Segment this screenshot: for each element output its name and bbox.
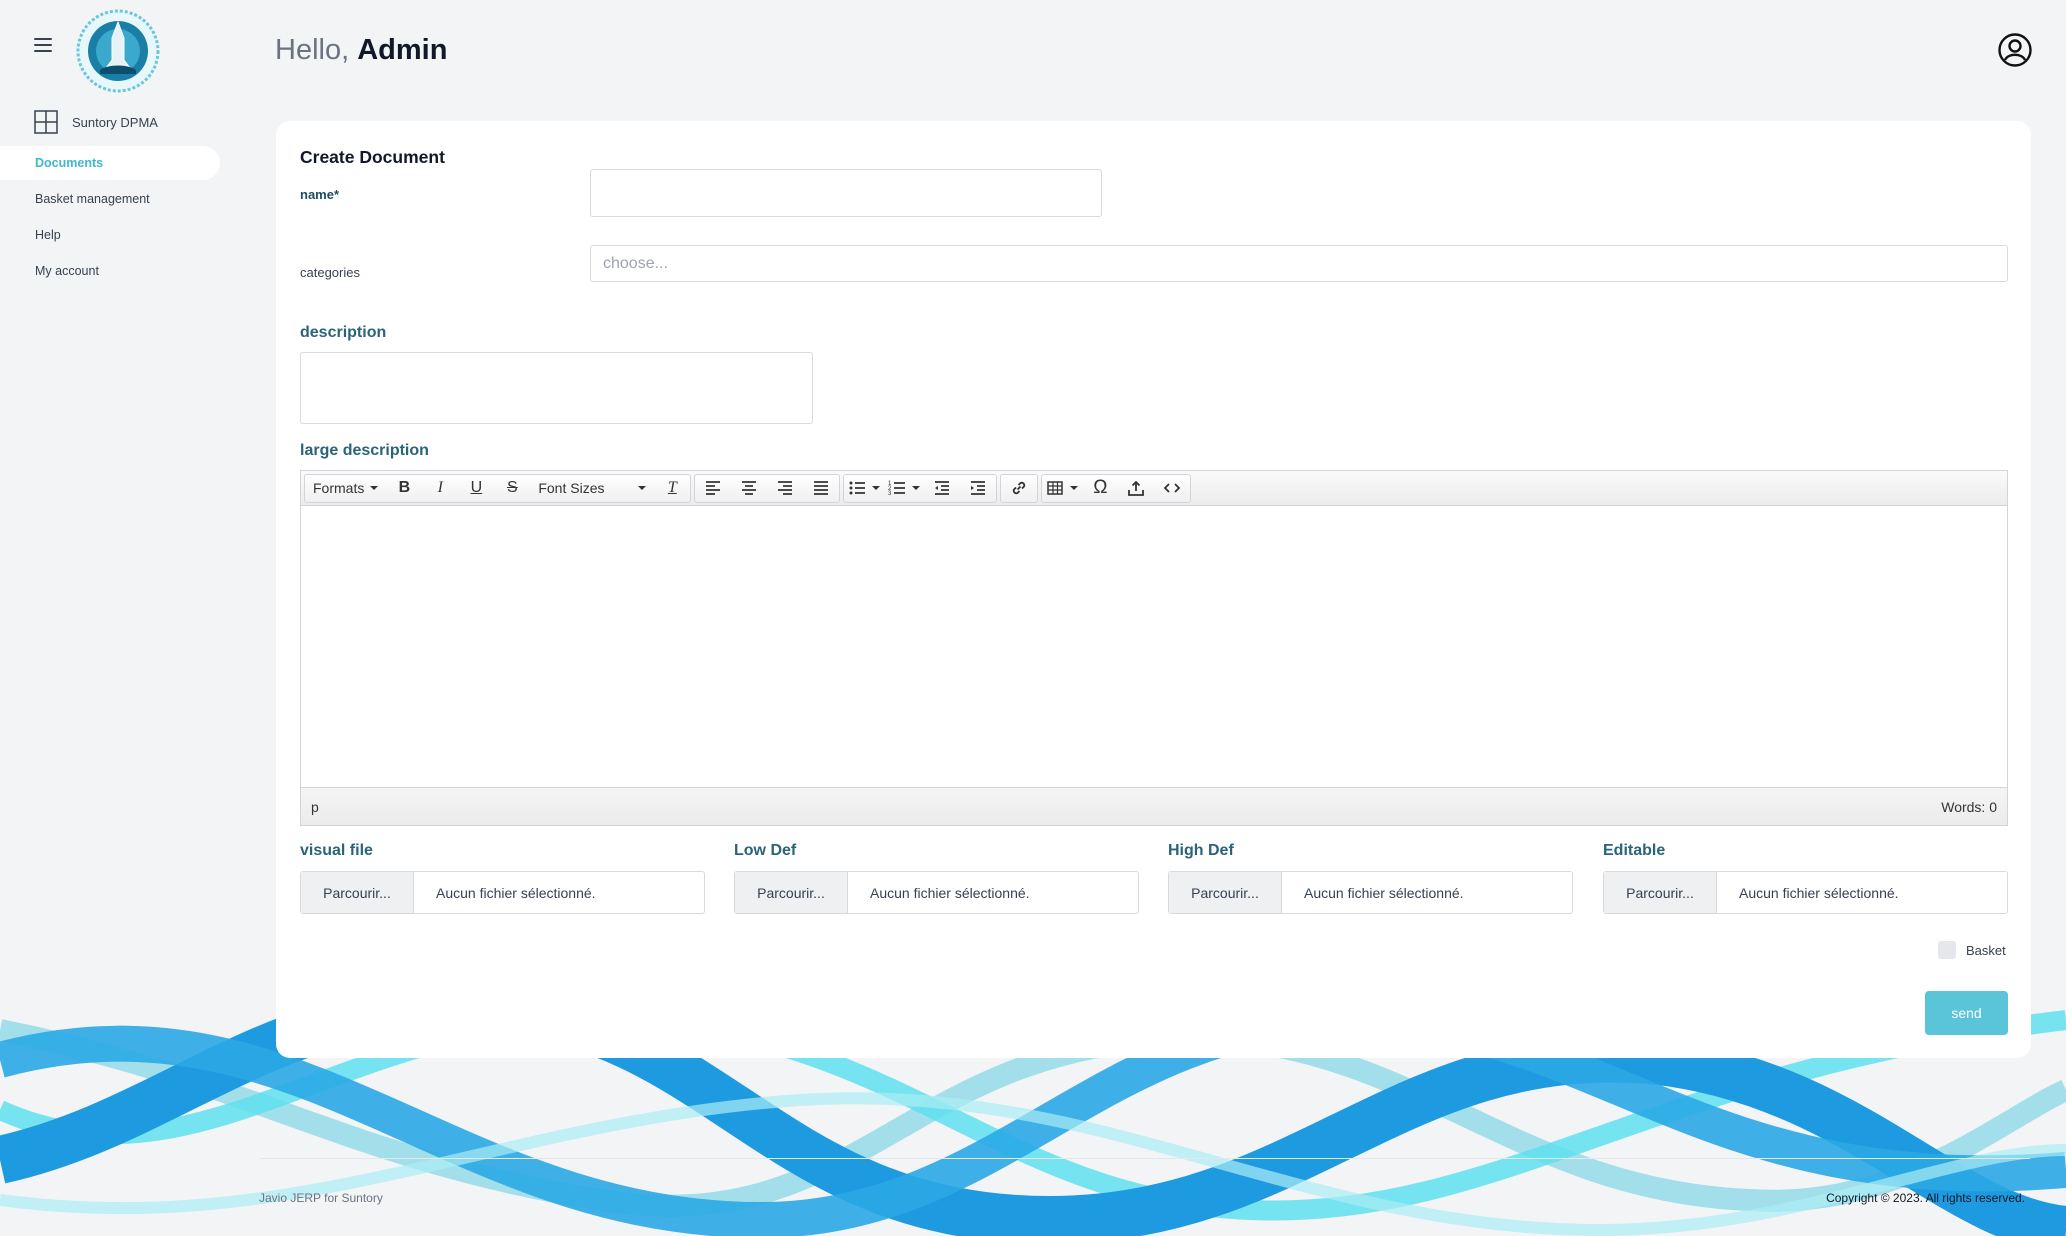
bullet-list-icon[interactable]	[844, 475, 884, 502]
categories-select[interactable]: choose...	[590, 245, 2008, 282]
low-def-label: Low Def	[734, 842, 797, 859]
align-right-icon[interactable]	[767, 475, 803, 502]
bold-icon[interactable]: B	[386, 475, 422, 502]
editable-label: Editable	[1603, 842, 1666, 859]
sidebar-item-documents[interactable]: Documents	[0, 146, 220, 180]
basket-checkbox[interactable]	[1938, 941, 1956, 959]
italic-icon[interactable]: I	[422, 475, 458, 502]
toolbar-group-lists: 123	[843, 473, 998, 503]
sidebar-item-my-account[interactable]: My account	[0, 254, 220, 288]
table-icon[interactable]	[1042, 475, 1082, 502]
high-def-file-input[interactable]: Parcourir... Aucun fichier sélectionné.	[1168, 871, 1573, 914]
grid-icon	[34, 110, 58, 134]
font-sizes-label: Font Sizes	[538, 480, 605, 496]
editable-file-status: Aucun fichier sélectionné.	[1739, 884, 1899, 901]
editor-statusbar: p Words: 0	[301, 787, 2007, 825]
visual-file-input[interactable]: Parcourir... Aucun fichier sélectionné.	[300, 871, 705, 914]
low-def-browse-button[interactable]: Parcourir...	[735, 872, 848, 913]
upload-icon[interactable]	[1118, 475, 1154, 502]
editable-browse-button[interactable]: Parcourir...	[1604, 872, 1717, 913]
source-code-icon[interactable]	[1154, 475, 1190, 502]
element-path[interactable]: p	[311, 799, 319, 815]
indent-icon[interactable]	[960, 475, 996, 502]
toolbar-group-link	[1000, 473, 1039, 503]
user-circle-icon[interactable]	[1997, 32, 2033, 68]
numbered-list-icon[interactable]: 123	[884, 475, 924, 502]
strikethrough-icon[interactable]: S	[494, 475, 530, 502]
link-icon[interactable]	[1001, 475, 1037, 502]
high-def-browse-button[interactable]: Parcourir...	[1169, 872, 1282, 913]
visual-file-label: visual file	[300, 842, 373, 859]
chevron-down-icon	[1070, 486, 1079, 490]
toolbar-group-text: Formats B I U S Font Sizes T	[304, 473, 692, 503]
footer-divider	[260, 1158, 2030, 1159]
align-left-icon[interactable]	[695, 475, 731, 502]
underline-icon[interactable]: U	[458, 475, 494, 502]
high-def-file-status: Aucun fichier sélectionné.	[1304, 884, 1464, 901]
special-character-icon[interactable]: Ω	[1082, 475, 1118, 502]
editor-toolbar: Formats B I U S Font Sizes T 1 2 3 Ω	[301, 471, 2007, 506]
toolbar-group-insert: Ω	[1041, 473, 1192, 503]
basket-checkbox-row[interactable]: Basket	[1938, 941, 2006, 959]
low-def-file-status: Aucun fichier sélectionné.	[870, 884, 1030, 901]
footer-copyright: Copyright © 2023. All rights reserved.	[1826, 1191, 2025, 1205]
footer-credit: Javio JERP for Suntory	[259, 1191, 383, 1205]
brand[interactable]: Suntory DPMA	[34, 110, 158, 134]
description-textarea[interactable]	[300, 352, 813, 424]
align-justify-icon[interactable]	[803, 475, 839, 502]
clear-formatting-icon[interactable]: T	[654, 475, 690, 502]
sidebar: Suntory DPMA Documents Basket management…	[0, 0, 225, 1000]
company-logo	[76, 9, 160, 93]
sidebar-item-help[interactable]: Help	[0, 218, 220, 252]
send-button[interactable]: send	[1925, 991, 2008, 1035]
description-label: description	[300, 324, 387, 341]
outdent-icon[interactable]	[924, 475, 960, 502]
chevron-down-icon	[872, 486, 881, 490]
chevron-down-icon	[370, 486, 379, 490]
rich-text-editor: Formats B I U S Font Sizes T 1 2 3 Ω p W…	[300, 470, 2008, 826]
hamburger-menu-icon[interactable]	[34, 38, 52, 54]
page-title: Create Document	[300, 147, 445, 167]
visual-file-browse-button[interactable]: Parcourir...	[301, 872, 414, 913]
font-sizes-dropdown[interactable]: Font Sizes	[530, 475, 654, 502]
name-input[interactable]	[590, 169, 1102, 217]
sidebar-item-basket-management[interactable]: Basket management	[0, 182, 220, 216]
toolbar-group-align	[694, 473, 841, 503]
formats-label: Formats	[313, 480, 365, 496]
categories-label: categories	[300, 265, 360, 280]
low-def-file-input[interactable]: Parcourir... Aucun fichier sélectionné.	[734, 871, 1139, 914]
high-def-label: High Def	[1168, 842, 1234, 859]
svg-text:3: 3	[888, 491, 892, 497]
editor-content-area[interactable]	[301, 506, 2007, 787]
formats-dropdown[interactable]: Formats	[305, 475, 386, 502]
chevron-down-icon	[912, 486, 921, 490]
word-count: Words: 0	[1941, 798, 1997, 815]
visual-file-status: Aucun fichier sélectionné.	[436, 884, 596, 901]
name-label: name*	[300, 187, 340, 202]
align-center-icon[interactable]	[731, 475, 767, 502]
editable-file-input[interactable]: Parcourir... Aucun fichier sélectionné.	[1603, 871, 2008, 914]
brand-name: Suntory DPMA	[72, 114, 158, 130]
page-greeting: Hello, Admin	[275, 34, 447, 67]
large-description-label: large description	[300, 442, 429, 459]
sidebar-nav: Documents Basket management Help My acco…	[0, 146, 220, 290]
user-name: Admin	[357, 34, 448, 66]
basket-label: Basket	[1966, 942, 2006, 958]
greeting-text: Hello,	[275, 34, 350, 66]
create-document-card: Create Document name* categories choose.…	[276, 121, 2031, 1058]
chevron-down-icon	[638, 486, 647, 490]
